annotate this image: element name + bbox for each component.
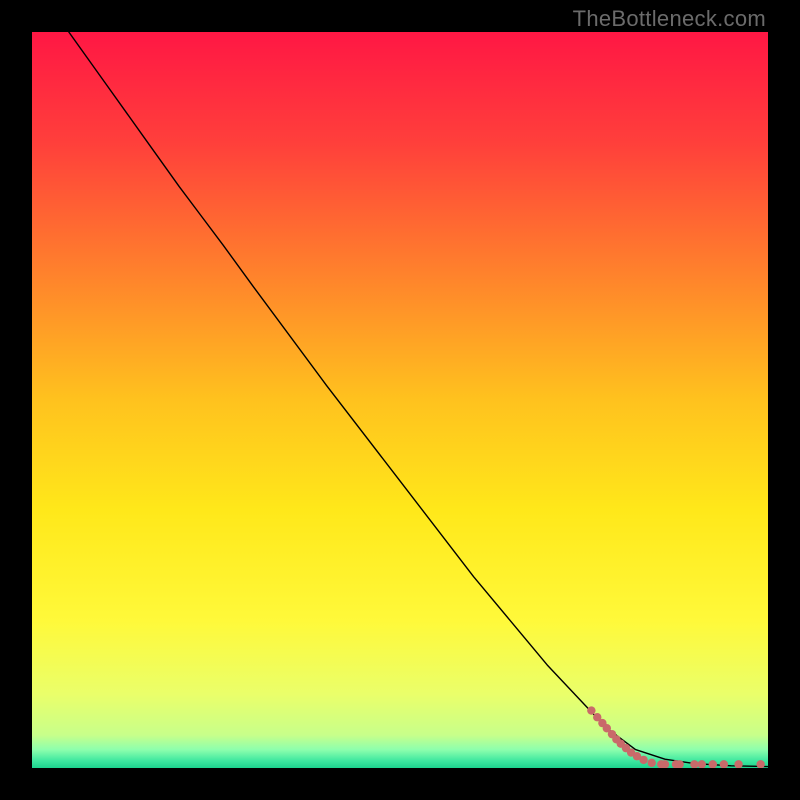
watermark-text: TheBottleneck.com [573,6,766,32]
chart-background [32,32,768,768]
plot-area [32,32,768,768]
scatter-point [587,706,595,714]
chart-container: TheBottleneck.com [0,0,800,800]
scatter-point [639,756,647,764]
scatter-point [648,759,656,767]
chart-svg [32,32,768,768]
